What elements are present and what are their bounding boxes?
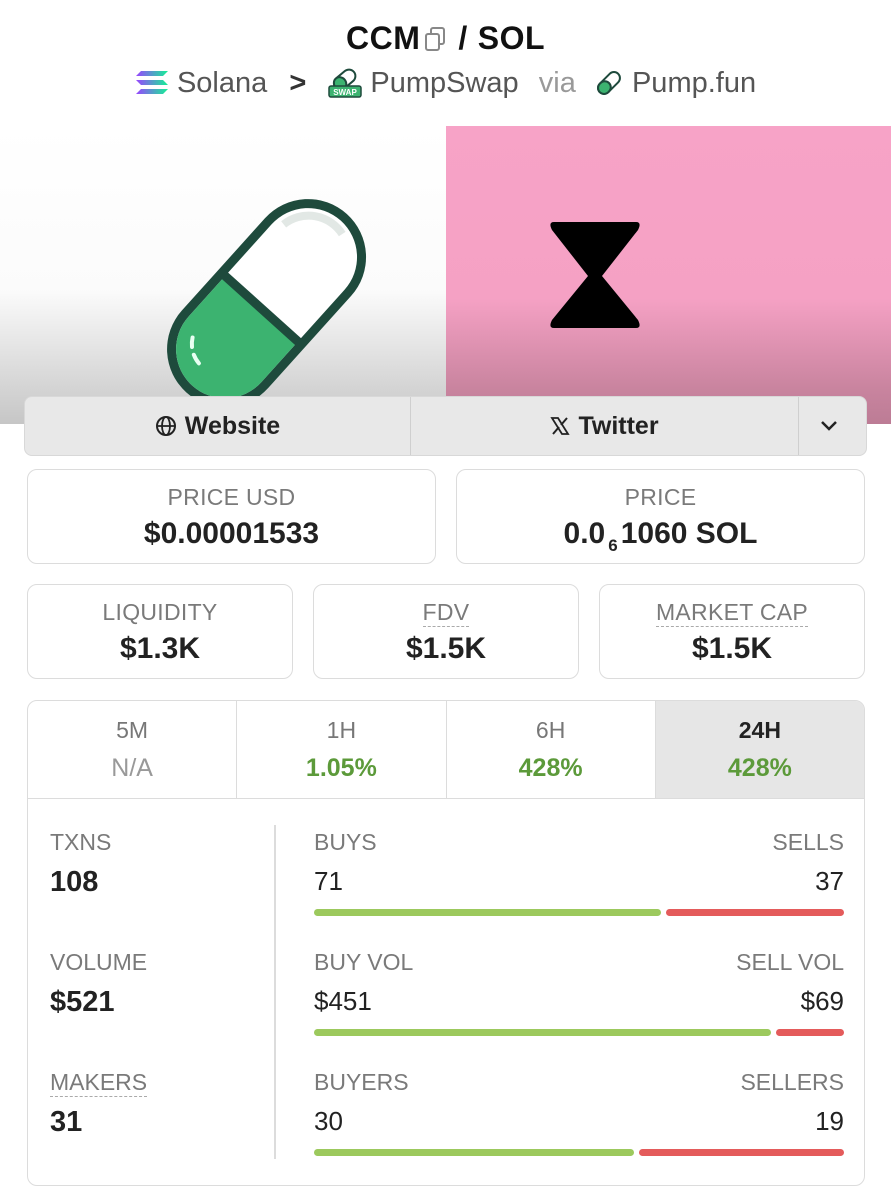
chevron-down-icon (820, 421, 837, 431)
buy-sell-volume-bar (314, 1029, 844, 1036)
pair-title: CCM / SOL (0, 20, 891, 59)
base-symbol: CCM (345, 20, 421, 56)
liquidity-label: LIQUIDITY (102, 599, 218, 625)
sell-vol-bar-fill (775, 1029, 844, 1036)
launchpad-link[interactable]: Pump.fun (632, 67, 756, 99)
buyers-sellers-stat: BUYERS SELLERS 30 19 (314, 1069, 844, 1156)
period-tabs: 5M N/A 1H 1.05% 6H 428% 24H 428% (28, 701, 864, 799)
tab-5m-change: N/A (111, 754, 153, 782)
more-links-button[interactable] (799, 397, 866, 455)
buys-sells-stat: BUYS SELLS 71 37 (314, 829, 844, 916)
fdv-value: $1.5K (405, 632, 487, 665)
quote-symbol: SOL (477, 20, 546, 56)
stats-body: TXNS 108 VOLUME $521 MAKERS 31 BUYS SELLS… (28, 799, 864, 1185)
pair-separator: / (458, 20, 468, 56)
copy-icon[interactable] (424, 22, 446, 59)
tab-24h-change: 428% (727, 754, 792, 782)
tab-6h[interactable]: 6H 428% (447, 701, 656, 798)
website-label: Website (184, 411, 281, 440)
social-link-bar: Website Twitter (24, 396, 867, 456)
buy-vol-label: BUY VOL (314, 949, 414, 975)
sellers-value: 19 (815, 1106, 844, 1136)
tab-1h-change: 1.05% (305, 754, 377, 782)
makers-stat: MAKERS 31 (50, 1069, 148, 1139)
volume-value: $521 (50, 986, 115, 1018)
market-cap-card: MARKET CAP $1.5K (599, 584, 865, 679)
price-native-card: PRICE 0.0 6 1060 SOL (456, 469, 865, 564)
market-cap-label[interactable]: MARKET CAP (655, 599, 809, 627)
makers-value: 31 (50, 1106, 83, 1138)
dex-badge-text: SWAP (334, 88, 358, 97)
chevron-right-icon: > (289, 66, 307, 99)
tab-24h-label: 24H (738, 717, 781, 743)
buyers-value: 30 (314, 1106, 343, 1136)
hourglass-icon (550, 222, 640, 328)
sell-vol-label: SELL VOL (736, 949, 844, 975)
tab-5m[interactable]: 5M N/A (28, 701, 238, 798)
price-usd-card: PRICE USD $0.00001533 (27, 469, 436, 564)
buy-sell-volume-stat: BUY VOL SELL VOL $451 $69 (314, 949, 844, 1036)
txns-stat: TXNS 108 (50, 829, 111, 899)
volume-stat: VOLUME $521 (50, 949, 147, 1019)
via-label: via (538, 66, 576, 99)
price-native-suffix: 1060 SOL (620, 517, 758, 550)
market-cap-value: $1.5K (691, 632, 773, 665)
tab-5m-label: 5M (116, 717, 149, 743)
liquidity-value: $1.3K (119, 632, 201, 665)
buyers-sellers-bar (314, 1149, 844, 1156)
tab-1h-label: 1H (326, 717, 357, 743)
tab-6h-change: 428% (518, 754, 583, 782)
buyers-label: BUYERS (314, 1069, 409, 1095)
fdv-card: FDV $1.5K (313, 584, 579, 679)
buys-sells-bar (314, 909, 844, 916)
price-usd-label: PRICE USD (167, 484, 296, 510)
volume-label: VOLUME (50, 949, 148, 975)
website-button[interactable]: Website (25, 397, 411, 455)
sells-label: SELLS (772, 829, 844, 855)
fdv-label[interactable]: FDV (422, 599, 470, 627)
quote-logo-panel (446, 126, 891, 424)
sells-value: 37 (815, 866, 844, 896)
token-banner (0, 126, 891, 424)
buyers-bar-fill (314, 1149, 635, 1156)
breadcrumb: Solana > SWAP PumpSwap via Pump.fun (0, 66, 891, 100)
globe-icon (155, 416, 176, 436)
pill-logo-icon (167, 199, 367, 408)
solana-icon (135, 71, 168, 95)
price-native-prefix: 0.0 (563, 517, 606, 550)
x-logo-icon (550, 417, 571, 435)
buys-bar-fill (314, 909, 661, 916)
price-native-label: PRICE (624, 484, 697, 510)
txns-value: 108 (50, 866, 99, 898)
price-native-zero-count: 6 (608, 536, 618, 555)
buys-value: 71 (314, 866, 343, 896)
sellers-label: SELLERS (740, 1069, 844, 1095)
tab-6h-label: 6H (535, 717, 566, 743)
sells-bar-fill (665, 909, 844, 916)
stats-divider (274, 825, 276, 1159)
makers-label[interactable]: MAKERS (50, 1069, 148, 1097)
txns-label: TXNS (50, 829, 112, 855)
twitter-button[interactable]: Twitter (411, 397, 799, 455)
chain-link[interactable]: Solana (177, 67, 267, 99)
token-logo-panel (0, 126, 446, 424)
sell-vol-value: $69 (800, 986, 844, 1016)
tab-24h[interactable]: 24H 428% (655, 701, 864, 798)
pumpfun-icon (596, 71, 621, 96)
twitter-label: Twitter (578, 411, 659, 440)
pumpswap-icon: SWAP (328, 68, 363, 99)
buy-vol-value: $451 (314, 986, 372, 1016)
buys-label: BUYS (314, 829, 377, 855)
buy-vol-bar-fill (314, 1029, 771, 1036)
stats-panel: 5M N/A 1H 1.05% 6H 428% 24H 428% TXNS 10… (27, 700, 865, 1186)
tab-1h[interactable]: 1H 1.05% (237, 701, 447, 798)
price-native-value: 0.0 6 1060 SOL (457, 517, 864, 555)
dex-link[interactable]: PumpSwap (370, 67, 518, 99)
pair-header: CCM / SOL Solana > SWAP PumpSwap via Pump.… (0, 0, 891, 126)
liquidity-card: LIQUIDITY $1.3K (27, 584, 293, 679)
sellers-bar-fill (639, 1149, 844, 1156)
price-usd-value: $0.00001533 (143, 517, 320, 550)
